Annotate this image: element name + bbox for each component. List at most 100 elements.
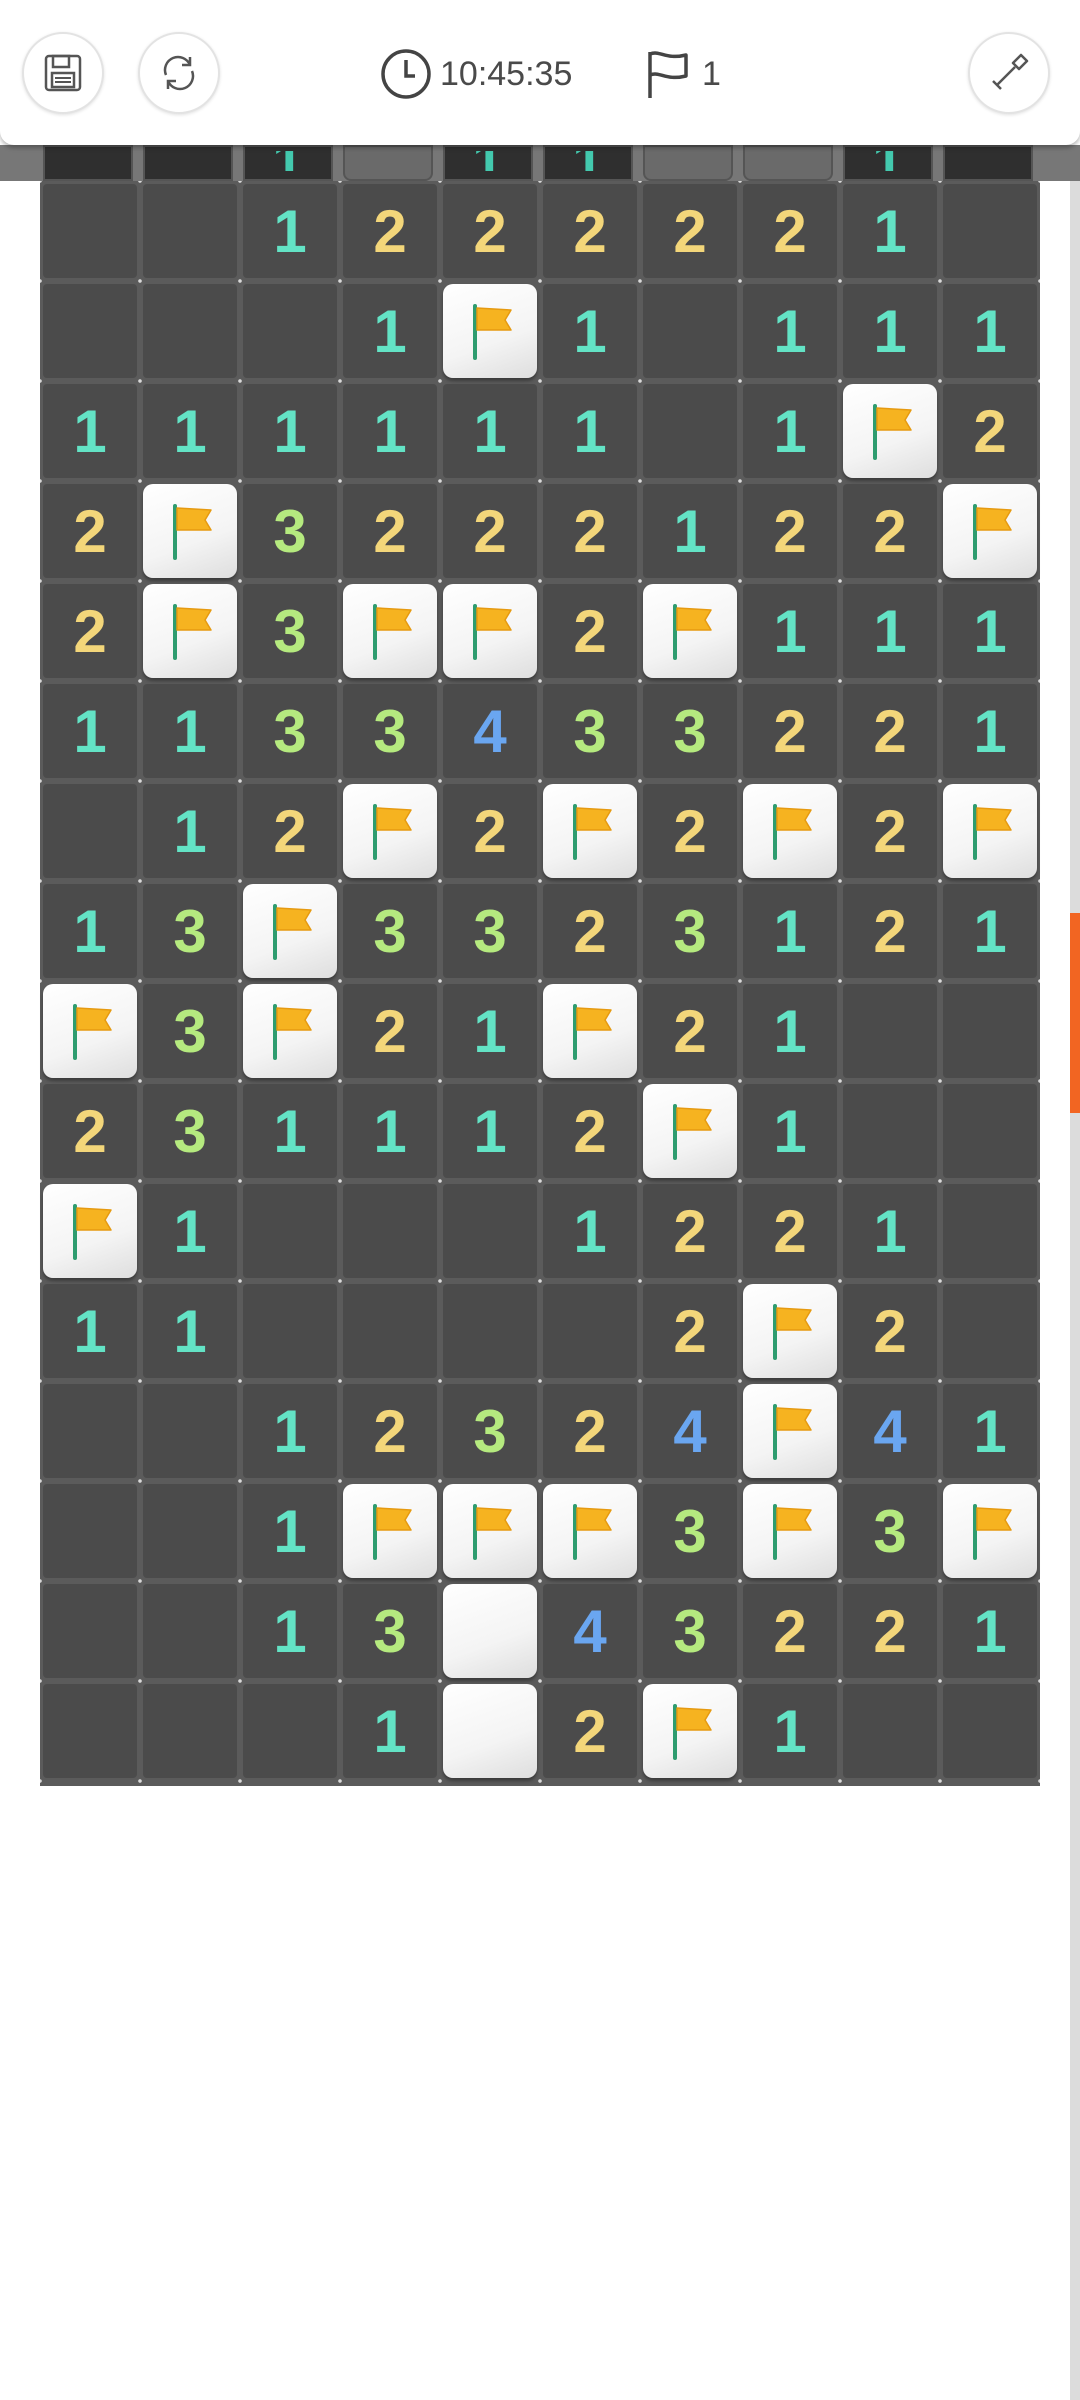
number-cell[interactable]: 2 [743,184,837,278]
empty-revealed-cell[interactable] [243,284,337,378]
scrollbar-thumb[interactable] [1070,913,1080,1113]
empty-revealed-cell[interactable] [343,1284,437,1378]
number-cell[interactable]: 2 [843,684,937,778]
number-cell[interactable]: 2 [343,484,437,578]
number-cell[interactable]: 1 [143,684,237,778]
flagged-cell[interactable] [543,784,637,878]
number-cell[interactable]: 4 [643,1384,737,1478]
number-cell[interactable]: 2 [343,984,437,1078]
number-cell[interactable]: 2 [543,1384,637,1478]
flagged-cell[interactable] [743,1384,837,1478]
flagged-cell[interactable] [243,984,337,1078]
number-cell[interactable]: 1 [43,1284,137,1378]
flagged-cell[interactable] [43,1184,137,1278]
empty-revealed-cell[interactable] [43,145,133,181]
number-cell[interactable]: 1 [743,1084,837,1178]
empty-revealed-cell[interactable] [443,1184,537,1278]
number-cell[interactable]: 2 [43,484,137,578]
number-cell[interactable]: 1 [543,284,637,378]
number-cell[interactable]: 2 [643,1284,737,1378]
flagged-cell[interactable] [343,145,433,181]
flagged-cell[interactable] [543,1484,637,1578]
number-cell[interactable]: 2 [643,784,737,878]
empty-revealed-cell[interactable] [843,984,937,1078]
number-cell[interactable]: 2 [443,184,537,278]
number-cell[interactable]: 3 [143,1084,237,1178]
number-cell[interactable]: 1 [243,1384,337,1478]
number-cell[interactable]: 2 [543,584,637,678]
number-cell[interactable]: 2 [743,484,837,578]
flagged-cell[interactable] [443,284,537,378]
number-cell[interactable]: 4 [543,1584,637,1678]
number-cell[interactable]: 2 [743,1584,837,1678]
flagged-cell[interactable] [443,1484,537,1578]
empty-revealed-cell[interactable] [43,1484,137,1578]
empty-revealed-cell[interactable] [243,1184,337,1278]
dig-mode-button[interactable] [968,32,1050,114]
empty-revealed-cell[interactable] [943,1684,1037,1778]
empty-revealed-cell[interactable] [143,184,237,278]
scrollbar-track[interactable] [1070,181,1080,2400]
number-cell[interactable]: 1 [443,384,537,478]
number-cell[interactable]: 1 [943,684,1037,778]
covered-cell[interactable] [443,1584,537,1678]
number-cell[interactable]: 2 [843,1584,937,1678]
empty-revealed-cell[interactable] [143,1684,237,1778]
number-cell[interactable]: 1 [743,1684,837,1778]
number-cell[interactable]: 3 [343,684,437,778]
number-cell[interactable]: 2 [43,1084,137,1178]
number-cell[interactable]: 3 [143,984,237,1078]
flagged-cell[interactable] [143,484,237,578]
empty-revealed-cell[interactable] [943,1184,1037,1278]
number-cell[interactable]: 1 [43,884,137,978]
flagged-cell[interactable] [443,584,537,678]
number-cell[interactable]: 3 [643,684,737,778]
number-cell[interactable]: 2 [443,784,537,878]
flagged-cell[interactable] [743,784,837,878]
number-cell[interactable]: 2 [543,184,637,278]
number-cell[interactable]: 3 [143,884,237,978]
flagged-cell[interactable] [343,584,437,678]
empty-revealed-cell[interactable] [143,1384,237,1478]
number-cell[interactable]: 1 [843,184,937,278]
number-cell[interactable]: 2 [643,984,737,1078]
flagged-cell[interactable] [643,1084,737,1178]
number-cell[interactable]: 2 [843,884,937,978]
flagged-cell[interactable] [543,984,637,1078]
number-cell[interactable]: 4 [443,684,537,778]
flagged-cell[interactable] [343,1484,437,1578]
empty-revealed-cell[interactable] [543,1284,637,1378]
number-cell[interactable]: 1 [943,1384,1037,1478]
flagged-cell[interactable] [743,1484,837,1578]
number-cell[interactable]: 1 [643,484,737,578]
flagged-cell[interactable] [143,584,237,678]
number-cell[interactable]: 1 [443,984,537,1078]
number-cell[interactable]: 1 [143,784,237,878]
empty-revealed-cell[interactable] [43,184,137,278]
number-cell[interactable]: 1 [943,884,1037,978]
number-cell[interactable]: 2 [743,684,837,778]
number-cell[interactable]: 1 [443,145,533,181]
flagged-cell[interactable] [743,145,833,181]
number-cell[interactable]: 3 [543,684,637,778]
number-cell[interactable]: 1 [143,1184,237,1278]
number-cell[interactable]: 2 [543,484,637,578]
empty-revealed-cell[interactable] [143,284,237,378]
empty-revealed-cell[interactable] [843,1684,937,1778]
number-cell[interactable]: 1 [843,1184,937,1278]
number-cell[interactable]: 1 [543,145,633,181]
number-cell[interactable]: 2 [943,384,1037,478]
empty-revealed-cell[interactable] [443,1284,537,1378]
empty-revealed-cell[interactable] [643,384,737,478]
number-cell[interactable]: 3 [243,484,337,578]
restart-button[interactable] [138,32,220,114]
flagged-cell[interactable] [643,584,737,678]
number-cell[interactable]: 2 [743,1184,837,1278]
number-cell[interactable]: 1 [43,384,137,478]
number-cell[interactable]: 2 [543,1084,637,1178]
number-cell[interactable]: 1 [143,384,237,478]
empty-revealed-cell[interactable] [243,1284,337,1378]
number-cell[interactable]: 3 [243,584,337,678]
covered-cell[interactable] [443,1684,537,1778]
empty-revealed-cell[interactable] [143,145,233,181]
